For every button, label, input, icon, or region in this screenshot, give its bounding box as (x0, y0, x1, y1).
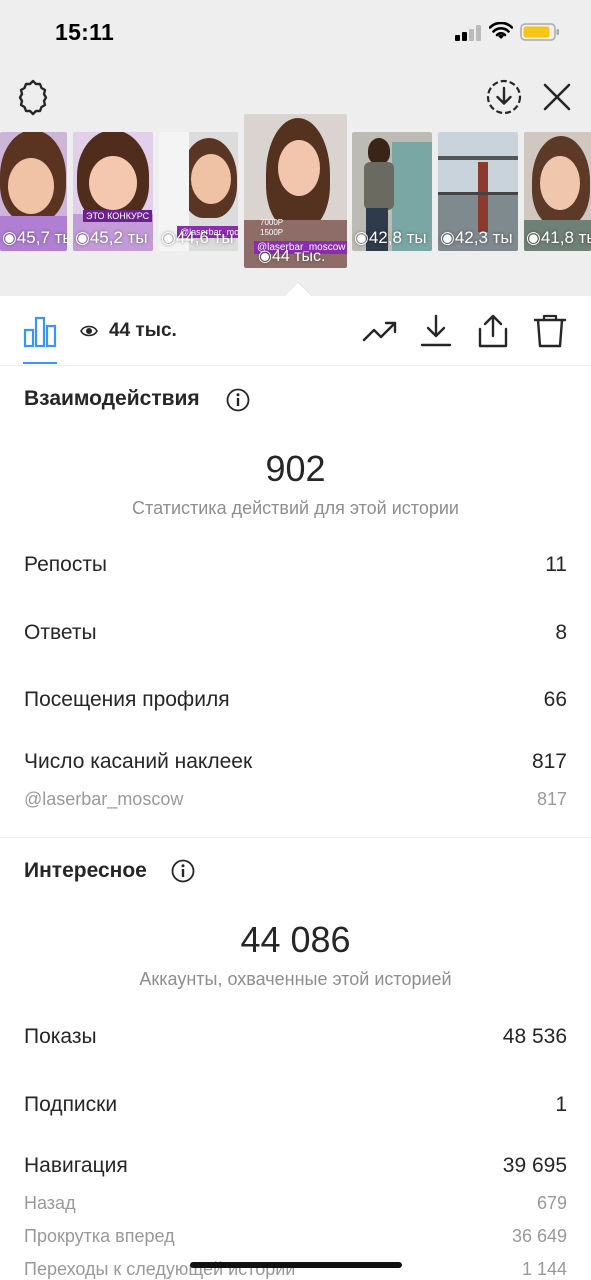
metric-label-sticker-taps: Число касаний наклеек (24, 750, 253, 773)
interactions-subtitle: Статистика действий для этой истории (132, 498, 459, 518)
selection-pointer (283, 281, 313, 297)
story-price-old: 7000Р (260, 218, 284, 227)
views-count: 44 тыс. (109, 320, 177, 341)
bar-chart-icon[interactable] (23, 314, 57, 348)
reach-subtitle: Аккаунты, охваченные этой историей (139, 969, 452, 989)
nav-sub-value-back: 679 (536, 1193, 567, 1213)
reach-total: 44 086 (240, 919, 351, 960)
discovery-title: Интересное (24, 859, 147, 882)
share-icon[interactable] (474, 312, 512, 350)
metric-value-reposts: 11 (545, 553, 567, 576)
story-thumbnail[interactable]: ◉41,8 ты (524, 132, 591, 251)
nav-sub-value-next-story: 1 144 (521, 1259, 567, 1279)
eye-icon (80, 325, 98, 337)
interactions-title: Взаимодействия (24, 387, 200, 410)
active-tab-indicator (23, 362, 57, 364)
story-views-count: ◉41,8 ты (526, 228, 591, 247)
metric-value-replies: 8 (555, 621, 567, 644)
story-views-count: ◉42,3 ты (440, 228, 513, 247)
insights-tab-bar: 44 тыс. (0, 296, 591, 366)
metric-value-impressions: 48 536 (502, 1025, 567, 1048)
home-indicator[interactable] (190, 1262, 402, 1268)
story-views-count: ◉44,6 ты (161, 228, 234, 247)
metric-value-follows: 1 (555, 1093, 567, 1116)
story-views-count: ◉42,8 ты (354, 228, 427, 247)
metric-label-reposts: Репосты (24, 553, 108, 576)
download-icon[interactable] (417, 312, 455, 350)
story-thumbnail[interactable]: ◉42,8 ты (352, 132, 432, 251)
nav-sub-label-back: Назад (24, 1193, 76, 1213)
story-thumbnail[interactable]: @laserbar_moscow ◉44,6 ты (159, 132, 238, 251)
section-divider (0, 837, 591, 838)
status-bar: 15:11 (0, 0, 591, 64)
metric-label-profile-visits: Посещения профиля (24, 688, 230, 711)
story-header-area: 15:11 ◉45,7 ты (0, 0, 591, 297)
info-icon[interactable] (226, 388, 250, 412)
download-circle-icon[interactable] (484, 77, 524, 117)
nav-sub-label-forward: Прокрутка вперед (24, 1226, 175, 1246)
metric-value-profile-visits: 66 (543, 688, 567, 711)
sticker-handle-value: 817 (536, 789, 567, 809)
insights-panel: 44 тыс. Взаимодействия 902 Статистика де… (0, 296, 591, 1280)
status-time: 15:11 (55, 19, 115, 45)
story-thumbnail-selected[interactable]: 7000Р 1500Р @laserbar_moscow ◉44 тыс. (244, 114, 347, 268)
gear-icon[interactable] (13, 77, 53, 117)
metric-label-impressions: Показы (24, 1025, 97, 1048)
close-icon[interactable] (538, 78, 576, 116)
sticker-handle-label: @laserbar_moscow (24, 789, 184, 809)
wifi-icon (489, 22, 513, 39)
story-price-new: 1500Р (260, 228, 284, 237)
story-views-count: ◉45,7 ты (2, 228, 67, 247)
battery-icon (520, 23, 559, 41)
story-views-count: ◉44 тыс. (258, 248, 326, 265)
trash-icon[interactable] (531, 312, 569, 350)
metric-value-navigation: 39 695 (502, 1154, 567, 1177)
metric-label-replies: Ответы (24, 621, 97, 644)
story-views-count: ◉45,2 ты (75, 228, 148, 247)
story-sticker: ЭТО КОНКУРС (83, 210, 153, 222)
story-thumbnail[interactable]: ЭТО КОНКУРС ◉45,2 ты (73, 132, 153, 251)
metric-value-sticker-taps: 817 (531, 750, 567, 773)
info-icon[interactable] (171, 859, 195, 883)
trending-icon[interactable] (361, 312, 399, 350)
nav-sub-value-forward: 36 649 (511, 1226, 567, 1246)
story-thumbnail[interactable]: ◉42,3 ты (438, 132, 518, 251)
cellular-signal-icon (455, 25, 483, 41)
story-thumbnail[interactable]: ◉45,7 ты (0, 132, 67, 251)
metric-label-navigation: Навигация (24, 1154, 128, 1177)
interactions-total: 902 (265, 448, 326, 489)
metric-label-follows: Подписки (24, 1093, 118, 1116)
